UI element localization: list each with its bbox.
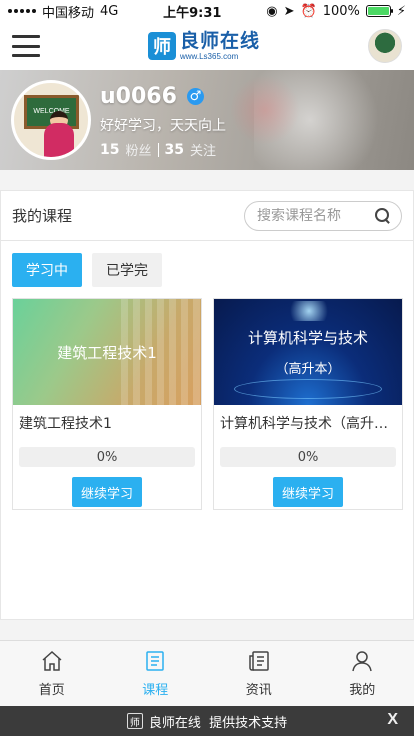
alarm-icon: ⏰: [300, 3, 317, 19]
course-title[interactable]: 计算机科学与技术（高升本）: [220, 413, 396, 433]
thumbnail-title: 计算机科学与技术: [247, 329, 368, 347]
close-icon[interactable]: X: [387, 711, 398, 729]
continue-learning-button[interactable]: 继续学习: [72, 477, 142, 507]
battery-percent: 100%: [322, 3, 360, 19]
nav-label: 我的: [349, 683, 376, 698]
course-search-input[interactable]: [257, 207, 375, 224]
user-icon: [352, 651, 372, 672]
followers-label[interactable]: 粉丝: [125, 140, 151, 159]
nav-label: 首页: [38, 683, 65, 698]
progress-label: 0%: [96, 449, 118, 465]
nav-news[interactable]: 资讯: [207, 641, 311, 706]
nav-mine[interactable]: 我的: [311, 641, 414, 706]
nav-label: 课程: [142, 683, 169, 698]
continue-learning-button[interactable]: 继续学习: [273, 477, 343, 507]
course-search-box[interactable]: [244, 200, 402, 231]
network-label: 4G: [100, 3, 119, 19]
courses-header: 我的课程: [1, 191, 413, 241]
logo-name: 良师在线: [179, 29, 260, 52]
app-header: 师 良师在线 www.Ls365.com: [0, 22, 414, 70]
tab-completed[interactable]: 已学完: [92, 253, 162, 287]
courses-title: 我的课程: [12, 207, 73, 225]
following-label[interactable]: 关注: [190, 140, 216, 159]
tab-learning[interactable]: 学习中: [12, 253, 82, 287]
profile-banner: WELCOME u0066 ♂ 好好学习，天天向上 15 粉丝 35 关注: [0, 70, 414, 170]
tech-support-footer: 师 良师在线 提供技术支持 X: [0, 706, 414, 736]
thumbnail-subtitle: （高升本）: [275, 362, 341, 377]
course-progress: 0%: [19, 447, 195, 467]
status-time: 上午9:31: [163, 5, 222, 21]
carrier-label: 中国移动: [42, 5, 95, 21]
course-title[interactable]: 建筑工程技术1: [19, 413, 195, 433]
course-card[interactable]: 建筑工程技术1 建筑工程技术1 0% 继续学习: [12, 298, 202, 510]
profile-motto: 好好学习，天天向上: [100, 118, 226, 134]
lock-rotation-icon: ◉: [266, 3, 278, 19]
footer-logo-icon: 师: [126, 713, 143, 729]
status-bar: 中国移动 4G 上午9:31 ◉ ➤ ⏰ 100% ⚡: [0, 0, 414, 22]
profile-avatar[interactable]: WELCOME: [11, 80, 91, 160]
header-avatar[interactable]: [367, 29, 402, 63]
nav-home[interactable]: 首页: [0, 641, 104, 706]
bottom-navigation: 首页 课程 资讯 我的: [0, 640, 414, 706]
charging-icon: ⚡: [396, 3, 406, 19]
search-icon[interactable]: [375, 207, 391, 224]
nav-label: 资讯: [245, 683, 272, 698]
followers-count[interactable]: 15: [100, 142, 119, 158]
profile-info: u0066 ♂ 好好学习，天天向上 15 粉丝 35 关注: [100, 84, 226, 159]
logo-url: www.Ls365.com: [179, 51, 239, 61]
progress-label: 0%: [297, 449, 319, 465]
course-card[interactable]: 计算机科学与技术 （高升本） 计算机科学与技术（高升本） 0% 继续学习: [213, 298, 403, 510]
status-right: ◉ ➤ ⏰ 100% ⚡: [266, 4, 406, 19]
course-thumbnail[interactable]: 计算机科学与技术 （高升本）: [214, 299, 402, 405]
home-icon: [42, 650, 62, 671]
signal-icon: [8, 9, 36, 13]
battery-icon: [365, 5, 393, 17]
course-progress: 0%: [220, 447, 396, 467]
app-logo: 师 良师在线 www.Ls365.com: [147, 29, 260, 61]
profile-stats: 15 粉丝 35 关注: [100, 140, 226, 160]
thumbnail-title: 建筑工程技术1: [57, 343, 157, 362]
course-icon: [146, 651, 164, 671]
course-thumbnail[interactable]: 建筑工程技术1: [13, 299, 201, 405]
stats-divider: [157, 142, 159, 157]
my-courses-panel: 我的课程 学习中 已学完 建筑工程技术1 建筑工程技术1 0% 继续学习 计算机…: [0, 190, 414, 620]
location-icon: ➤: [283, 3, 295, 19]
course-list: 建筑工程技术1 建筑工程技术1 0% 继续学习 计算机科学与技术 （高升本） 计…: [12, 298, 403, 510]
nav-courses[interactable]: 课程: [104, 641, 208, 706]
footer-text: 良师在线 提供技术支持: [148, 715, 288, 731]
male-gender-icon: ♂: [186, 88, 204, 105]
course-tabs: 学习中 已学完: [12, 253, 162, 287]
logo-mark-icon: 师: [147, 32, 176, 60]
news-icon: [249, 651, 269, 671]
following-count[interactable]: 35: [165, 142, 184, 158]
username: u0066: [100, 84, 177, 109]
status-left: 中国移动 4G: [8, 2, 118, 21]
menu-icon[interactable]: [12, 35, 40, 57]
